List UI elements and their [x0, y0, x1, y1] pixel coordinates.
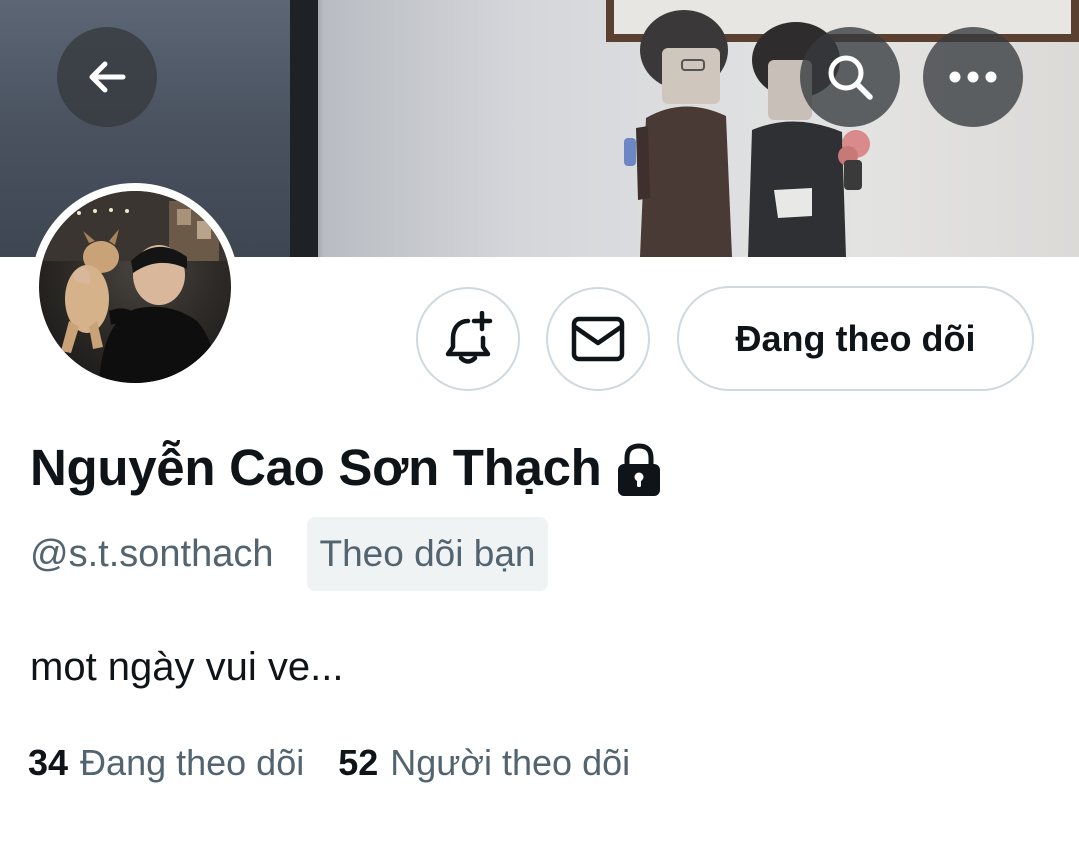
more-button[interactable] [923, 27, 1023, 127]
profile-page: Đang theo dõi Nguyễn Cao Sơn Thạch @s.t.… [0, 0, 1079, 866]
avatar[interactable] [31, 183, 239, 391]
followers-count: 52 [338, 742, 379, 783]
followers-label: Người theo dõi [390, 742, 631, 783]
followers-stat-link[interactable]: 52 Người theo dõi [338, 742, 630, 784]
bell-plus-icon [445, 311, 493, 364]
lock-icon [617, 443, 660, 496]
message-button[interactable] [546, 287, 650, 391]
username-handle: @s.t.sonthach [30, 532, 274, 575]
profile-name-row: Nguyễn Cao Sơn Thạch [30, 432, 662, 502]
search-icon [828, 55, 873, 100]
banner-pillar [290, 0, 318, 257]
profile-bio: mot ngày vui ve... [30, 645, 344, 689]
following-button[interactable]: Đang theo dõi [677, 286, 1034, 391]
following-label: Đang theo dõi [80, 742, 305, 783]
handle-row: @s.t.sonthach Theo dõi bạn [30, 517, 548, 591]
search-button[interactable] [800, 27, 900, 127]
following-count: 34 [28, 742, 69, 783]
follows-you-badge: Theo dõi bạn [307, 517, 548, 591]
back-button[interactable] [57, 27, 157, 127]
envelope-icon [571, 316, 625, 362]
avatar-image [39, 191, 231, 383]
banner-figurine-left [624, 10, 732, 257]
follow-stats: 34 Đang theo dõi 52 Người theo dõi [28, 740, 630, 786]
arrow-left-icon [89, 61, 126, 93]
following-stat-link[interactable]: 34 Đang theo dõi [28, 742, 304, 784]
following-button-label: Đang theo dõi [735, 317, 976, 359]
more-horizontal-icon [949, 71, 997, 83]
display-name: Nguyễn Cao Sơn Thạch [30, 438, 602, 496]
notifications-button[interactable] [416, 287, 520, 391]
